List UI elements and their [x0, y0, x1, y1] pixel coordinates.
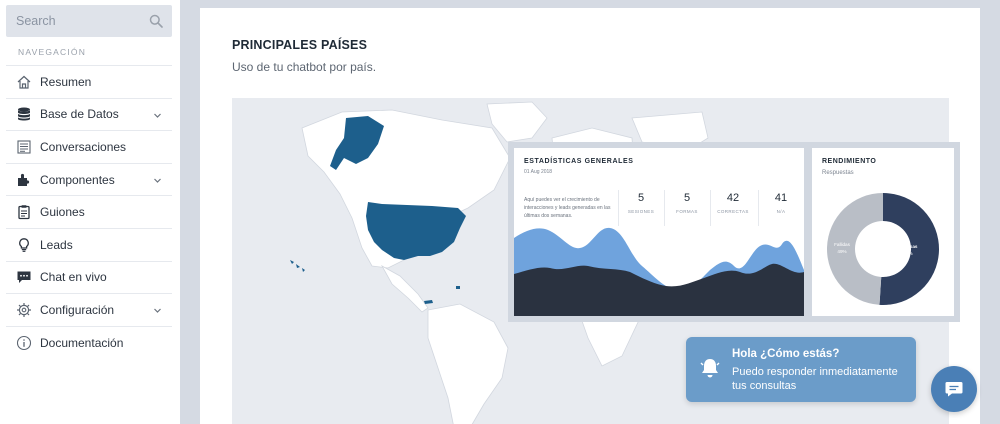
donut-label-exitosas-name: Exitosas [899, 244, 918, 249]
bell-icon [700, 359, 720, 378]
database-icon [16, 106, 32, 122]
nav-heading: NAVEGACIÓN [18, 47, 87, 57]
sidebar-item-label: Configuración [40, 302, 115, 317]
sidebar-item-label: Resumen [40, 74, 92, 89]
metric-value: 42 [726, 192, 740, 204]
sidebar-item-chat-en-vivo[interactable]: Chat en vivo [6, 260, 172, 294]
sidebar-item-base-de-datos[interactable]: Base de Datos [6, 97, 172, 131]
donut-label-exitosas-pct: 51% [903, 251, 912, 256]
sidebar-item-label: Componentes [40, 172, 115, 187]
responses-donut-chart: Exitosas 51% Fallidas 49% [827, 193, 940, 305]
sidebar: Search NAVEGACIÓN Resumen Base de Datos … [0, 0, 180, 424]
nav-list: Resumen Base de Datos Conversaciones Com… [6, 65, 172, 358]
performance-subtitle: Respuestas [822, 170, 854, 176]
list-icon [16, 139, 32, 155]
metric-label: SESIONES [627, 209, 655, 214]
metric-correctas: 42 CORRECTAS [710, 190, 755, 226]
sidebar-item-label: Leads [40, 237, 73, 252]
donut-label-fallidas-name: Fallidas [834, 242, 851, 247]
stats-date: 01 Aug 2018 [524, 169, 553, 175]
sidebar-item-label: Chat en vivo [40, 270, 107, 285]
metric-na: 41 N/A [758, 190, 803, 226]
puzzle-icon [16, 172, 32, 188]
metric-value: 41 [774, 192, 788, 204]
home-icon [16, 74, 32, 90]
page-subtitle: Uso de tu chatbot por país. [232, 60, 377, 74]
metric-value: 5 [683, 192, 691, 204]
stats-overlay: ESTADÍSTICAS GENERALES 01 Aug 2018 Aquí … [508, 142, 960, 322]
chat-bubble-icon [945, 382, 963, 397]
chevron-down-icon [154, 113, 161, 118]
sidebar-item-guiones[interactable]: Guiones [6, 195, 172, 228]
info-icon [16, 335, 32, 351]
metric-formas: 5 FORMAS [664, 190, 709, 226]
chat-greeting-message: Puedo responder inmediatamente tus consu… [732, 366, 898, 392]
metric-sesiones: 5 SESIONES [618, 190, 663, 226]
donut-segment-fallidas [827, 193, 883, 305]
chat-icon [16, 269, 32, 285]
lightbulb-icon [16, 237, 32, 253]
sidebar-item-documentacion[interactable]: Documentación [6, 325, 172, 359]
sidebar-item-configuracion[interactable]: Configuración [6, 293, 172, 326]
search-icon [149, 14, 163, 28]
sidebar-item-label: Guiones [40, 205, 85, 220]
metric-value: 5 [637, 192, 645, 204]
sidebar-item-label: Documentación [40, 335, 124, 350]
donut-segment-exitosas [879, 193, 940, 305]
sidebar-item-leads[interactable]: Leads [6, 227, 172, 261]
chat-launcher-button[interactable] [931, 366, 977, 412]
metric-label: CORRECTAS [717, 209, 749, 214]
chevron-down-icon [154, 178, 161, 183]
chat-greeting-title: Hola ¿Cómo estás? [732, 348, 840, 360]
general-stats-card: ESTADÍSTICAS GENERALES 01 Aug 2018 Aquí … [514, 148, 804, 316]
performance-title: RENDIMIENTO [822, 158, 877, 165]
metric-label: FORMAS [676, 209, 698, 214]
sidebar-item-componentes[interactable]: Componentes [6, 162, 172, 196]
search-placeholder: Search [16, 14, 56, 28]
search-input[interactable]: Search [6, 5, 172, 37]
clipboard-icon [16, 204, 32, 220]
gear-icon [16, 302, 32, 318]
sidebar-item-label: Base de Datos [40, 107, 119, 122]
sidebar-item-conversaciones[interactable]: Conversaciones [6, 130, 172, 163]
area-series-front [514, 263, 804, 316]
donut-label-fallidas-pct: 49% [837, 249, 846, 254]
stats-description: Aquí puedes ver el crecimiento de intera… [524, 197, 611, 219]
stats-title: ESTADÍSTICAS GENERALES [524, 158, 634, 165]
performance-card: RENDIMIENTO Respuestas Exitosas 51% Fall… [812, 148, 954, 316]
sidebar-item-resumen[interactable]: Resumen [6, 65, 172, 98]
metric-label: N/A [776, 209, 786, 214]
sidebar-item-label: Conversaciones [40, 139, 127, 154]
chat-greeting-bubble[interactable]: Hola ¿Cómo estás? Puedo responder inmedi… [686, 337, 916, 402]
chevron-down-icon [154, 308, 161, 314]
page-title: PRINCIPALES PAÍSES [232, 38, 368, 52]
interactions-area-chart [514, 227, 804, 316]
